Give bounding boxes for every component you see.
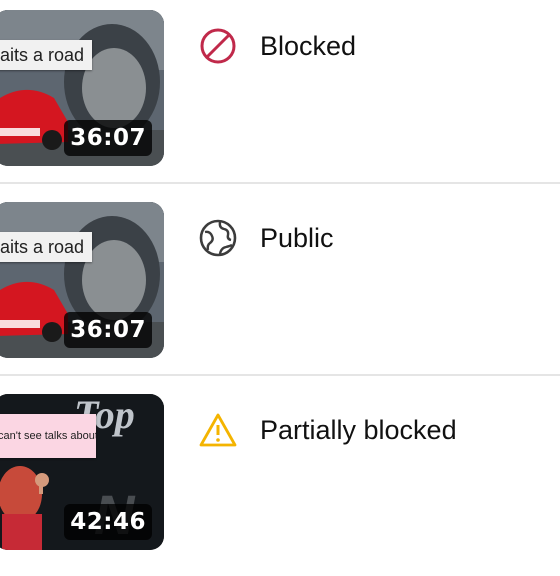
- visibility-label: Blocked: [260, 31, 357, 61]
- visibility-label: Partially blocked: [260, 415, 457, 445]
- globe-icon: [199, 219, 237, 257]
- video-row[interactable]: Top N can't see talks about. 42:46 Parti…: [0, 384, 560, 576]
- video-thumbnail[interactable]: Top N can't see talks about. 42:46: [0, 394, 164, 550]
- visibility-label: Public: [260, 223, 334, 253]
- warning-icon: [199, 413, 237, 447]
- video-thumbnail[interactable]: aits a road 36:07: [0, 202, 164, 358]
- blocked-icon: [200, 28, 236, 64]
- row-divider: [0, 374, 560, 376]
- thumbnail-caption: aits a road: [0, 40, 93, 70]
- thumbnail-caption: can't see talks about.: [0, 414, 96, 458]
- video-duration: 42:46: [64, 504, 152, 540]
- thumbnail-caption: aits a road: [0, 232, 93, 262]
- video-row[interactable]: aits a road 36:07 Blocked: [0, 0, 560, 192]
- video-duration: 36:07: [64, 120, 152, 156]
- video-duration: 36:07: [64, 312, 152, 348]
- video-row[interactable]: aits a road 36:07 Public: [0, 192, 560, 384]
- video-thumbnail[interactable]: aits a road 36:07: [0, 10, 164, 166]
- row-divider: [0, 182, 560, 184]
